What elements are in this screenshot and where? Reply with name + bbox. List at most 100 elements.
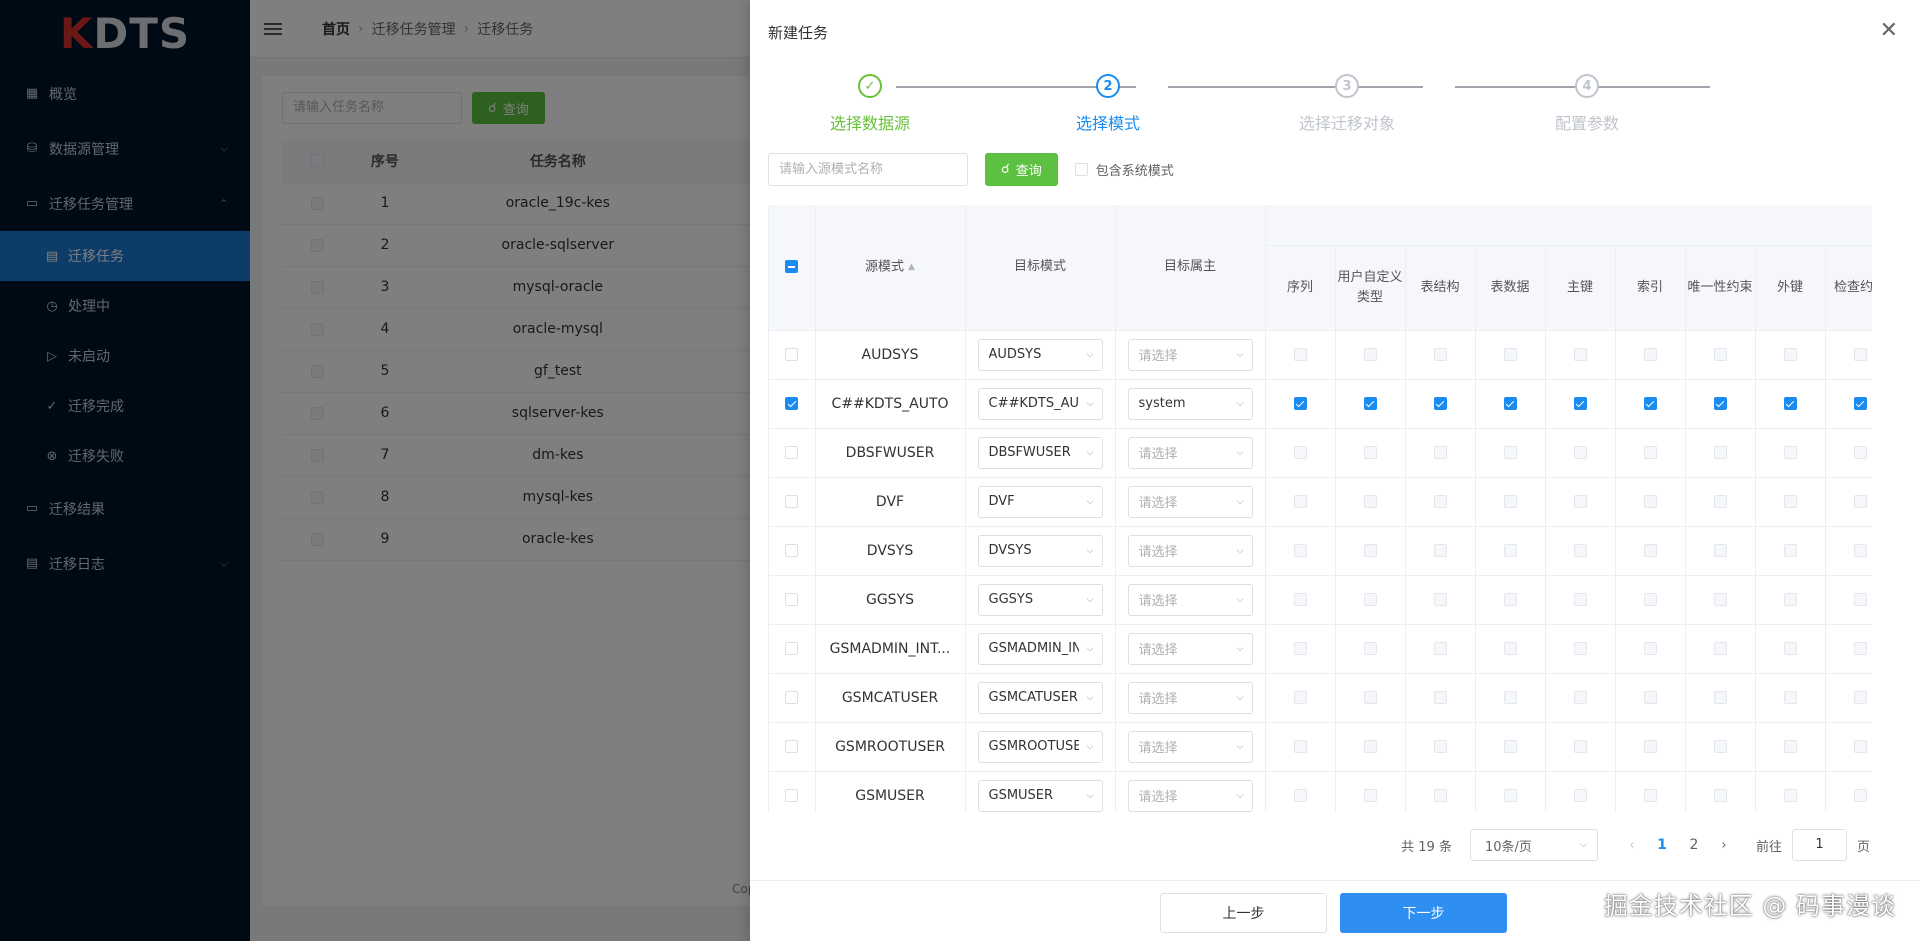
table-row[interactable]: DBSFWUSER DBSFWUSER ⌵ 请选择 ⌵: [769, 428, 1872, 478]
object-checkbox-cell[interactable]: [1755, 428, 1826, 478]
object-checkbox-cell[interactable]: [1615, 722, 1686, 772]
object-checkbox-cell[interactable]: [1615, 526, 1686, 576]
object-checkbox-cell[interactable]: [1685, 477, 1756, 527]
select-all-header[interactable]: [769, 205, 816, 331]
object-checkbox-cell[interactable]: [1405, 379, 1476, 429]
row-checkbox[interactable]: [769, 477, 816, 527]
object-checkbox-cell[interactable]: [1405, 624, 1476, 674]
object-checkbox-cell[interactable]: [1825, 624, 1872, 674]
object-checkbox-cell[interactable]: [1405, 428, 1476, 478]
row-checkbox[interactable]: [769, 526, 816, 576]
goto-page-input[interactable]: 1: [1791, 829, 1847, 861]
include-system-schema-checkbox[interactable]: 包含系统模式: [1074, 160, 1174, 179]
object-checkbox-cell[interactable]: [1825, 722, 1872, 772]
object-checkbox-cell[interactable]: [1825, 379, 1872, 429]
object-checkbox-cell[interactable]: [1755, 477, 1826, 527]
object-checkbox-cell[interactable]: [1545, 673, 1616, 723]
target-schema-select[interactable]: AUDSYS ⌵: [977, 338, 1103, 371]
object-checkbox-cell[interactable]: [1615, 428, 1686, 478]
object-checkbox-cell[interactable]: [1545, 379, 1616, 429]
object-checkbox-cell[interactable]: [1685, 771, 1756, 812]
object-checkbox-cell[interactable]: [1685, 673, 1756, 723]
object-checkbox-cell[interactable]: [1825, 477, 1872, 527]
object-checkbox-cell[interactable]: [1335, 722, 1406, 772]
object-checkbox-cell[interactable]: [1405, 575, 1476, 625]
row-checkbox[interactable]: [769, 624, 816, 674]
object-checkbox-cell[interactable]: [1335, 379, 1406, 429]
target-schema-select[interactable]: GSMUSER ⌵: [977, 779, 1103, 812]
row-checkbox[interactable]: [769, 575, 816, 625]
object-checkbox-cell[interactable]: [1475, 330, 1546, 380]
object-checkbox-cell[interactable]: [1405, 330, 1476, 380]
object-checkbox-cell[interactable]: [1825, 330, 1872, 380]
object-checkbox-cell[interactable]: [1755, 575, 1826, 625]
object-checkbox-cell[interactable]: [1265, 477, 1336, 527]
select-all-checkbox[interactable]: [785, 260, 799, 274]
target-owner-select[interactable]: 请选择 ⌵: [1127, 338, 1253, 371]
object-checkbox-cell[interactable]: [1685, 330, 1756, 380]
object-checkbox-cell[interactable]: [1825, 575, 1872, 625]
object-checkbox-cell[interactable]: [1265, 330, 1336, 380]
object-checkbox-cell[interactable]: [1265, 771, 1336, 812]
object-checkbox-cell[interactable]: [1475, 428, 1546, 478]
target-owner-select[interactable]: 请选择 ⌵: [1127, 632, 1253, 665]
table-row[interactable]: GGSYS GGSYS ⌵ 请选择 ⌵: [769, 575, 1872, 625]
object-checkbox-cell[interactable]: [1615, 477, 1686, 527]
object-checkbox-cell[interactable]: [1755, 722, 1826, 772]
close-icon[interactable]: ✕: [1880, 20, 1898, 42]
object-checkbox-cell[interactable]: [1685, 575, 1756, 625]
target-schema-select[interactable]: GGSYS ⌵: [977, 583, 1103, 616]
object-checkbox-cell[interactable]: [1475, 673, 1546, 723]
row-checkbox[interactable]: [769, 428, 816, 478]
object-checkbox-cell[interactable]: [1335, 477, 1406, 527]
object-checkbox-cell[interactable]: [1755, 379, 1826, 429]
target-owner-select[interactable]: 请选择 ⌵: [1127, 779, 1253, 812]
object-checkbox-cell[interactable]: [1545, 526, 1616, 576]
object-checkbox-cell[interactable]: [1475, 624, 1546, 674]
target-owner-select[interactable]: system ⌵: [1127, 387, 1253, 420]
object-checkbox-cell[interactable]: [1685, 624, 1756, 674]
prev-step-button[interactable]: 上一步: [1160, 893, 1327, 933]
object-checkbox-cell[interactable]: [1615, 330, 1686, 380]
object-checkbox-cell[interactable]: [1755, 771, 1826, 812]
object-checkbox-cell[interactable]: [1265, 624, 1336, 674]
object-checkbox-cell[interactable]: [1825, 771, 1872, 812]
table-row[interactable]: DVF DVF ⌵ 请选择 ⌵: [769, 477, 1872, 527]
object-checkbox-cell[interactable]: [1615, 673, 1686, 723]
object-checkbox-cell[interactable]: [1825, 526, 1872, 576]
object-checkbox-cell[interactable]: [1475, 379, 1546, 429]
target-owner-select[interactable]: 请选择 ⌵: [1127, 534, 1253, 567]
object-checkbox-cell[interactable]: [1405, 722, 1476, 772]
object-checkbox-cell[interactable]: [1335, 771, 1406, 812]
table-row[interactable]: DVSYS DVSYS ⌵ 请选择 ⌵: [769, 526, 1872, 576]
target-owner-select[interactable]: 请选择 ⌵: [1127, 583, 1253, 616]
object-checkbox-cell[interactable]: [1825, 428, 1872, 478]
schema-query-button[interactable]: ☌ 查询: [985, 153, 1058, 186]
table-row[interactable]: GSMROOTUSER GSMROOTUSER ⌵ 请选择 ⌵: [769, 722, 1872, 772]
prev-page-icon[interactable]: ‹: [1618, 838, 1646, 853]
target-schema-select[interactable]: DBSFWUSER ⌵: [977, 436, 1103, 469]
object-checkbox-cell[interactable]: [1475, 575, 1546, 625]
target-schema-select[interactable]: GSMROOTUSER ⌵: [977, 730, 1103, 763]
row-checkbox[interactable]: [769, 379, 816, 429]
object-checkbox-cell[interactable]: [1265, 379, 1336, 429]
table-row[interactable]: GSMADMIN_INT... GSMADMIN_INTERNAL ⌵ 请选择 …: [769, 624, 1872, 674]
object-checkbox-cell[interactable]: [1755, 526, 1826, 576]
page-1[interactable]: 1: [1646, 837, 1678, 853]
object-checkbox-cell[interactable]: [1265, 673, 1336, 723]
table-row[interactable]: GSMUSER GSMUSER ⌵ 请选择 ⌵: [769, 771, 1872, 812]
object-checkbox-cell[interactable]: [1405, 771, 1476, 812]
object-checkbox-cell[interactable]: [1475, 722, 1546, 772]
object-checkbox-cell[interactable]: [1335, 526, 1406, 576]
target-owner-select[interactable]: 请选择 ⌵: [1127, 485, 1253, 518]
object-checkbox-cell[interactable]: [1615, 379, 1686, 429]
object-checkbox-cell[interactable]: [1265, 526, 1336, 576]
object-checkbox-cell[interactable]: [1335, 575, 1406, 625]
object-checkbox-cell[interactable]: [1545, 624, 1616, 674]
target-owner-select[interactable]: 请选择 ⌵: [1127, 681, 1253, 714]
object-checkbox-cell[interactable]: [1755, 624, 1826, 674]
object-checkbox-cell[interactable]: [1475, 771, 1546, 812]
object-checkbox-cell[interactable]: [1545, 428, 1616, 478]
object-checkbox-cell[interactable]: [1545, 330, 1616, 380]
object-checkbox-cell[interactable]: [1265, 722, 1336, 772]
